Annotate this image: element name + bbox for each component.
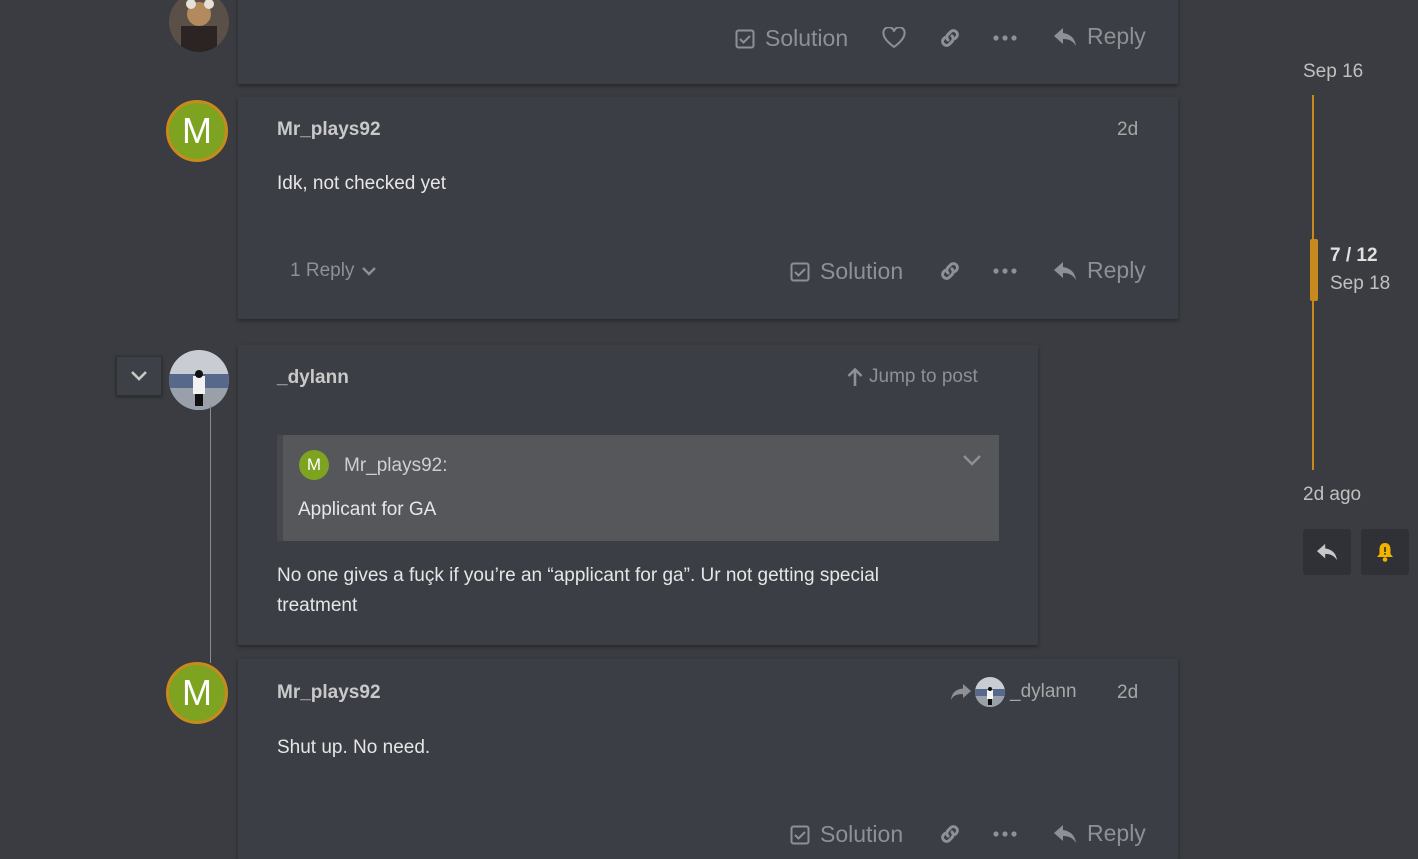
more-button[interactable] xyxy=(992,821,1018,847)
avatar-letter: M xyxy=(182,110,212,151)
chevron-down-icon xyxy=(362,267,377,276)
post-body: No one gives a fuçk if you’re an “applic… xyxy=(277,565,879,616)
reply-icon xyxy=(1054,261,1076,280)
embedded-post-card: _dylann Jump to post M Mr_plays92: Appli… xyxy=(238,345,1038,645)
solution-label: Solution xyxy=(820,821,904,847)
ellipsis-icon xyxy=(993,268,1017,274)
ellipsis-icon xyxy=(993,35,1017,41)
avatar[interactable] xyxy=(169,0,229,52)
avatar[interactable] xyxy=(169,350,229,410)
reply-to-username: _dylann xyxy=(1010,681,1077,702)
post-username[interactable]: _dylann xyxy=(277,367,349,389)
solution-button[interactable]: Solution xyxy=(790,821,903,848)
avatar[interactable]: M xyxy=(166,662,228,724)
reply-to-avatar xyxy=(975,677,1005,707)
avatar[interactable]: M xyxy=(166,100,228,162)
more-button[interactable] xyxy=(992,258,1018,284)
jump-to-post-link[interactable]: Jump to post xyxy=(847,366,978,388)
timeline-start-date[interactable]: Sep 16 xyxy=(1303,61,1363,83)
post-card: Mr_plays92 _dylann 2d Shut up. No need. … xyxy=(238,659,1178,859)
replies-label: 1 Reply xyxy=(290,260,355,281)
collapse-replies-button[interactable] xyxy=(116,356,162,396)
post-username[interactable]: Mr_plays92 xyxy=(277,119,381,141)
timeline-position-count: 7 / 12 xyxy=(1330,245,1378,266)
timeline-end-date[interactable]: 2d ago xyxy=(1303,484,1361,506)
reply-label: Reply xyxy=(1087,257,1146,283)
link-icon xyxy=(941,825,959,843)
post-card: Solution Reply xyxy=(238,0,1178,84)
replies-toggle[interactable]: 1 Reply xyxy=(290,260,377,282)
heart-icon xyxy=(882,27,906,49)
post-body: Idk, not checked yet xyxy=(277,173,446,194)
jump-label: Jump to post xyxy=(869,366,978,387)
copy-link-button[interactable] xyxy=(937,821,963,847)
reply-label: Reply xyxy=(1087,23,1146,49)
copy-link-button[interactable] xyxy=(937,258,963,284)
avatar-letter: M xyxy=(182,672,212,713)
post-username[interactable]: Mr_plays92 xyxy=(277,682,381,704)
reply-icon xyxy=(1317,543,1337,561)
chevron-down-icon xyxy=(131,371,147,381)
reply-button[interactable]: Reply xyxy=(1053,820,1146,847)
timeline-current-date: Sep 18 xyxy=(1330,273,1391,294)
reply-to-link[interactable]: _dylann xyxy=(950,677,1077,707)
quote-text: Applicant for GA xyxy=(298,499,437,520)
link-icon xyxy=(941,29,959,47)
checkbox-icon xyxy=(790,825,810,844)
ellipsis-icon xyxy=(993,831,1017,837)
like-button[interactable] xyxy=(881,25,907,51)
post-date[interactable]: 2d xyxy=(1117,682,1138,704)
solution-button[interactable]: Solution xyxy=(735,25,848,52)
post-date[interactable]: 2d xyxy=(1117,119,1138,141)
arrow-up-icon xyxy=(847,367,863,386)
notification-button[interactable] xyxy=(1361,529,1409,575)
timeline-scroll-handle[interactable] xyxy=(1310,239,1318,301)
thread-line xyxy=(210,405,211,663)
link-icon xyxy=(941,262,959,280)
bell-icon xyxy=(1377,543,1393,562)
reply-icon xyxy=(1054,27,1076,46)
quote-block: M Mr_plays92: Applicant for GA xyxy=(277,435,999,541)
quote-avatar: M xyxy=(299,450,329,480)
solution-label: Solution xyxy=(820,258,904,284)
quote-author[interactable]: Mr_plays92: xyxy=(344,455,448,477)
chevron-down-icon[interactable] xyxy=(963,455,981,466)
checkbox-icon xyxy=(735,29,755,48)
timeline-reply-button[interactable] xyxy=(1303,529,1351,575)
reply-icon xyxy=(1054,824,1076,843)
reply-label: Reply xyxy=(1087,820,1146,846)
more-button[interactable] xyxy=(992,25,1018,51)
post-body: Shut up. No need. xyxy=(277,737,431,758)
copy-link-button[interactable] xyxy=(937,25,963,51)
solution-label: Solution xyxy=(765,25,849,51)
share-icon xyxy=(951,684,971,700)
quote-avatar-letter: M xyxy=(306,455,322,474)
solution-button[interactable]: Solution xyxy=(790,258,903,285)
post-card: Mr_plays92 2d Idk, not checked yet 1 Rep… xyxy=(238,97,1178,319)
reply-button[interactable]: Reply xyxy=(1053,23,1146,50)
timeline-position: 7 / 12 Sep 18 xyxy=(1330,242,1390,298)
reply-button[interactable]: Reply xyxy=(1053,257,1146,284)
checkbox-icon xyxy=(790,262,810,281)
